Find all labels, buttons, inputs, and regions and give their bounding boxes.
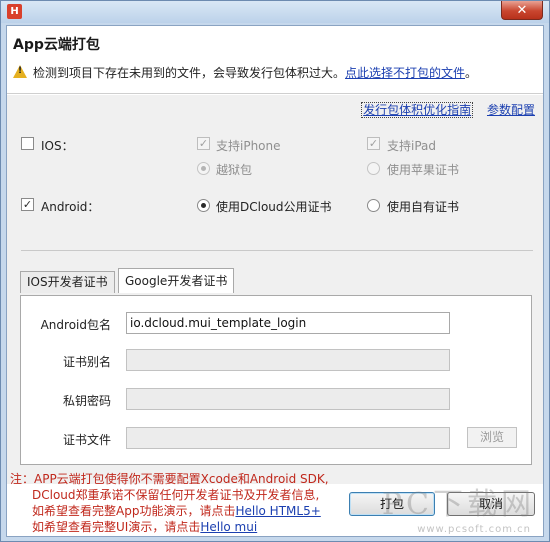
warning-text: 检测到项目下存在未用到的文件，会导致发行包体积过大。 [33,66,346,80]
note-line-2: DCloud郑重承诺不保留任何开发者证书及开发者信息, [32,488,320,502]
pack-button[interactable]: 打包 [349,492,435,516]
own-cert-radio[interactable] [367,199,380,212]
dcloud-cert-radio[interactable] [197,199,210,212]
optimize-guide-link[interactable]: 发行包体积优化指南 [361,102,474,118]
android-row: ✓ Android： 使用DCloud公用证书 使用自有证书 [7,195,543,215]
dcloud-cert-label: 使用DCloud公用证书 [216,200,332,214]
close-window-button[interactable]: ✕ [501,1,543,20]
key-password-label: 私钥密码 [62,394,111,408]
app-window: H ✕ App云端打包 检测到项目下存在未用到的文件，会导致发行包体积过大。点此… [0,0,550,542]
note-line-4-text: 如希望查看完整UI演示，请点击 [32,520,201,534]
apple-cert-radio[interactable] [367,162,380,175]
ios-checkbox[interactable] [21,137,34,150]
dialog-footer: 注：APP云端打包使得你不需要配置Xcode和Android SDK, DClo… [7,472,543,536]
android-label: Android： [41,200,100,214]
section-divider [21,250,533,251]
dialog-header: App云端打包 检测到项目下存在未用到的文件，会导致发行包体积过大。点此选择不打… [7,26,543,94]
own-cert-label: 使用自有证书 [387,200,460,214]
dialog-title: App云端打包 [13,37,100,53]
cancel-button[interactable]: 取消 [447,492,535,516]
note-line-3-text: 如希望查看完整App功能演示，请点击 [32,504,236,518]
warning-suffix: 。 [465,66,478,80]
ios-cert-row: 越狱包 使用苹果证书 [7,159,543,179]
dialog-client: App云端打包 检测到项目下存在未用到的文件，会导致发行包体积过大。点此选择不打… [6,25,544,537]
packaging-note: 注：APP云端打包使得你不需要配置Xcode和Android SDK, DClo… [10,471,329,535]
select-excluded-files-link[interactable]: 点此选择不打包的文件 [345,66,465,80]
support-ipad-label: 支持iPad [387,139,437,153]
support-iphone-label: 支持iPhone [216,139,281,153]
package-name-input[interactable]: io.dcloud.mui_template_login [126,312,450,334]
note-line-3: 如希望查看完整App功能演示，请点击Hello HTML5+ [10,503,329,519]
key-password-input[interactable] [126,388,450,410]
note-line-1: 注：APP云端打包使得你不需要配置Xcode和Android SDK, [10,472,329,486]
apple-cert-label: 使用苹果证书 [387,163,460,177]
hbuilder-app-icon: H [7,4,22,19]
google-cert-panel: Android包名 io.dcloud.mui_template_login 证… [20,295,532,465]
cert-alias-input[interactable] [126,349,450,371]
cert-alias-label: 证书别名 [62,355,111,369]
top-links: 发行包体积优化指南 参数配置 [351,101,535,118]
android-checkbox[interactable]: ✓ [21,198,34,211]
note-line-4: 如希望查看完整UI演示，请点击Hello mui [10,519,329,535]
cert-file-input[interactable] [126,427,450,449]
close-icon: ✕ [516,2,528,18]
support-iphone-checkbox[interactable]: ✓ [197,137,210,150]
jailbreak-radio[interactable] [197,162,210,175]
tab-google-developer-cert[interactable]: Google开发者证书 [118,268,235,293]
tab-ios-developer-cert[interactable]: IOS开发者证书 [20,271,115,293]
ios-label: IOS： [41,139,74,153]
ios-row: IOS： ✓ 支持iPhone ✓ 支持iPad [7,135,543,155]
warning-message: 检测到项目下存在未用到的文件，会导致发行包体积过大。点此选择不打包的文件。 [33,64,477,81]
warning-icon [13,65,27,78]
params-config-link[interactable]: 参数配置 [487,103,535,117]
browse-button[interactable]: 浏览 [467,427,517,448]
hello-mui-link[interactable]: Hello mui [200,520,257,534]
jailbreak-label: 越狱包 [216,163,253,177]
package-name-label: Android包名 [40,318,111,332]
options-area: 发行包体积优化指南 参数配置 IOS： ✓ 支持iPhone ✓ 支持iPad … [7,95,543,484]
title-bar[interactable]: H ✕ [1,1,549,23]
hello-html5-link[interactable]: Hello HTML5+ [235,504,320,518]
cert-file-label: 证书文件 [62,433,111,447]
support-ipad-checkbox[interactable]: ✓ [367,137,380,150]
